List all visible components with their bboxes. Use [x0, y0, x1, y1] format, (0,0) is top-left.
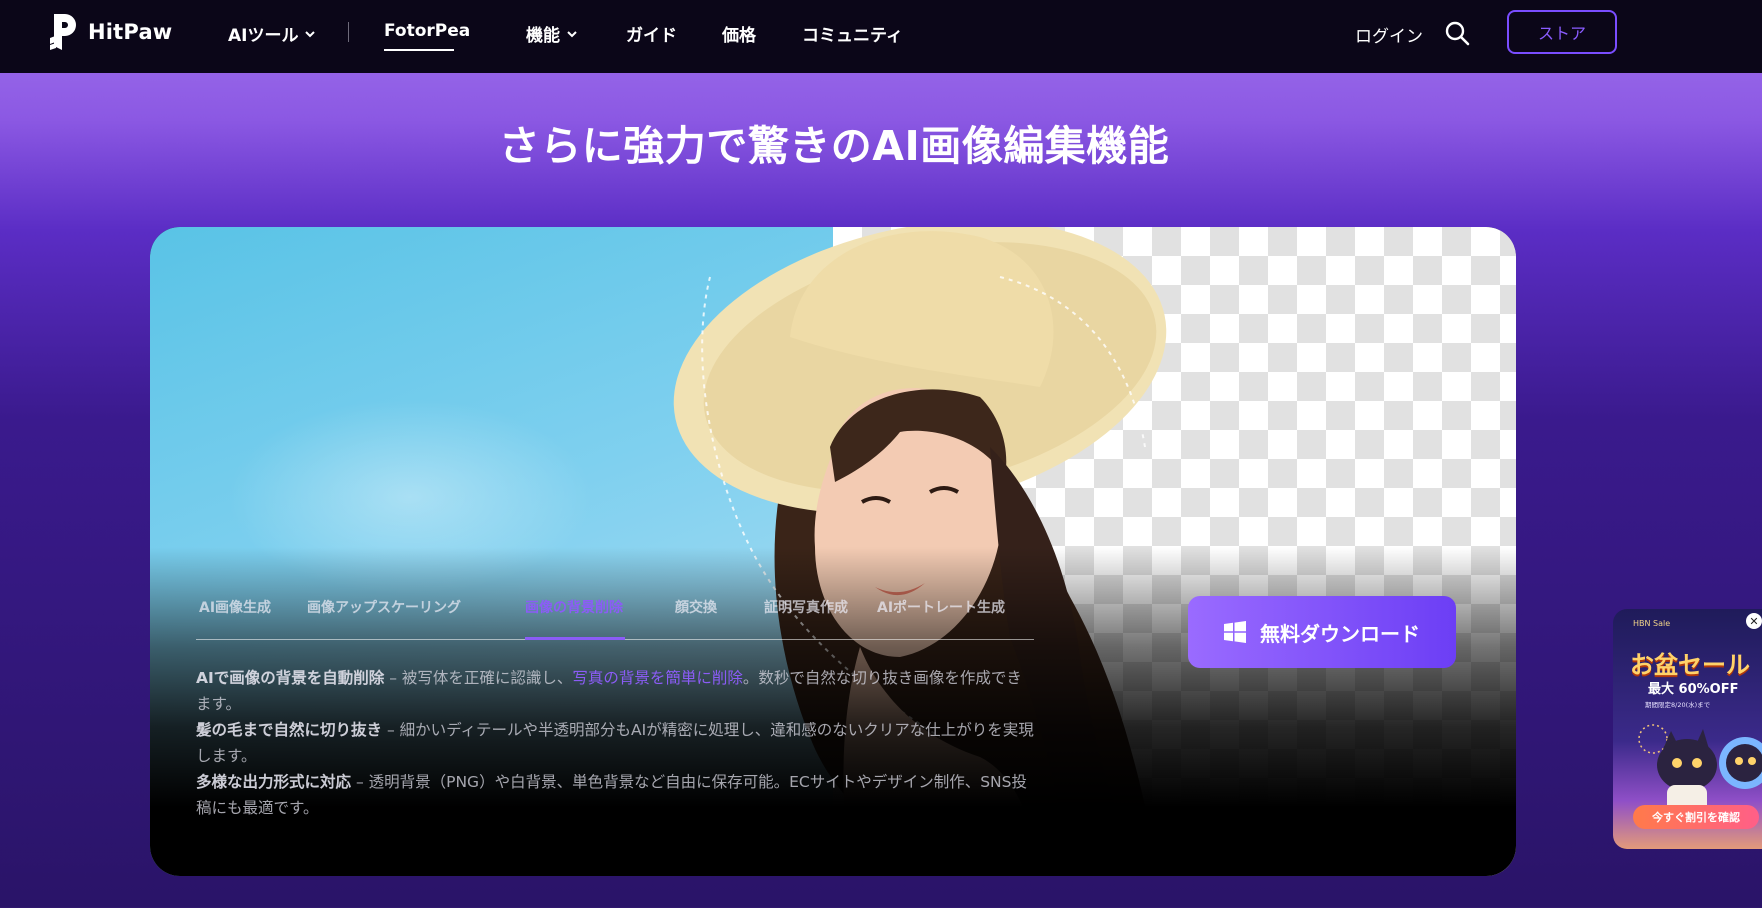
chevron-down-icon — [567, 30, 577, 37]
store-button[interactable]: ストア — [1507, 10, 1617, 54]
description-paragraph: 髪の毛まで自然に切り抜き – 細かいディテールや半透明部分もAIが精密に処理し、… — [196, 717, 1036, 769]
obon-sale-promo[interactable]: HBN Sale お盆セール 最大 60%OFF 期間限定8/20(水)まで 今… — [1613, 609, 1762, 849]
description-paragraph: 多様な出力形式に対応 – 透明背景（PNG）や白背景、単色背景など自由に保存可能… — [196, 769, 1036, 821]
feature-showcase-card: AI画像生成 画像アップスケーリング 画像の背景削除 顔交換 証明写真作成 AI… — [150, 227, 1516, 876]
top-nav: HitPaw AIツール FotorPea 機能 ガイド 価格 コミュニティ ロ… — [0, 0, 1762, 73]
tab-ai-image-generation[interactable]: AI画像生成 — [199, 597, 271, 617]
background-removal-link[interactable]: 写真の背景を簡単に削除 — [572, 669, 743, 687]
nav-features[interactable]: 機能 — [526, 21, 578, 46]
nav-ai-tools[interactable]: AIツール — [228, 21, 316, 46]
tab-ai-portrait[interactable]: AIポートレート生成 — [877, 597, 1005, 617]
close-icon[interactable]: ✕ — [1746, 613, 1762, 629]
download-button-label: 無料ダウンロード — [1260, 621, 1420, 646]
nav-community[interactable]: コミュニティ — [802, 21, 903, 46]
search-icon[interactable] — [1444, 20, 1470, 46]
feature-description: AIで画像の背景を自動削除 – 被写体を正確に認識し、写真の背景を簡単に削除。数… — [196, 665, 1036, 821]
feature-tabs: AI画像生成 画像アップスケーリング 画像の背景削除 顔交換 証明写真作成 AI… — [196, 597, 1034, 639]
tab-face-swap[interactable]: 顔交換 — [675, 597, 717, 617]
nav-guide[interactable]: ガイド — [626, 21, 677, 46]
tab-background-removal[interactable]: 画像の背景削除 — [525, 597, 623, 617]
nav-fotorpea[interactable]: FotorPea — [384, 21, 470, 41]
promo-title: お盆セール — [1630, 651, 1750, 679]
nav-features-label: 機能 — [526, 26, 560, 46]
cat-mascot-illustration — [1638, 724, 1762, 815]
chevron-down-icon — [305, 30, 316, 37]
nav-guide-label: ガイド — [626, 26, 677, 46]
promo-discount: 最大 60%OFF — [1648, 682, 1739, 697]
tab-id-photo[interactable]: 証明写真作成 — [764, 597, 848, 617]
description-heading-1: AIで画像の背景を自動削除 — [196, 669, 385, 687]
active-tab-indicator — [525, 637, 625, 640]
section-heading: さらに強力で驚きのAI画像編集機能 — [498, 122, 1170, 170]
nav-divider — [348, 22, 349, 42]
promo-period: 期間限定8/20(水)まで — [1645, 701, 1711, 709]
tab-image-upscaling[interactable]: 画像アップスケーリング — [307, 597, 461, 617]
nav-active-underline — [384, 49, 454, 51]
description-heading-2: 髪の毛まで自然に切り抜き — [196, 721, 383, 739]
nav-fotorpea-label: FotorPea — [384, 21, 471, 41]
description-heading-3: 多様な出力形式に対応 — [196, 773, 352, 791]
nav-price-label: 価格 — [722, 26, 756, 46]
description-text-1a: – 被写体を正確に認識し、 — [384, 669, 573, 687]
logo-text: HitPaw — [88, 20, 173, 44]
nav-price[interactable]: 価格 — [722, 21, 756, 46]
login-link[interactable]: ログイン — [1355, 22, 1423, 47]
promo-check-discount-button[interactable]: 今すぐ割引を確認 — [1633, 805, 1759, 829]
hitpaw-logo-icon — [50, 14, 76, 50]
description-paragraph: AIで画像の背景を自動削除 – 被写体を正確に認識し、写真の背景を簡単に削除。数… — [196, 665, 1036, 717]
hitpaw-logo[interactable]: HitPaw — [48, 12, 172, 52]
nav-community-label: コミュニティ — [802, 26, 903, 46]
nav-ai-tools-label: AIツール — [228, 26, 299, 46]
windows-icon — [1224, 621, 1246, 643]
promo-sale-label: HBN Sale — [1633, 619, 1671, 628]
free-download-button[interactable]: 無料ダウンロード — [1188, 596, 1456, 668]
